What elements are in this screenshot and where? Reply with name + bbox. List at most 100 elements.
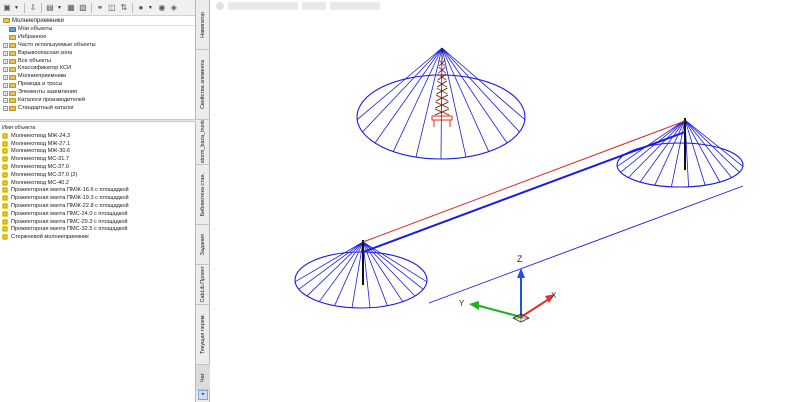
lightning-rod-icon xyxy=(2,156,8,163)
side-tab[interactable]: Свойства элемента xyxy=(196,50,210,120)
x-axis xyxy=(520,298,550,318)
folder-icon xyxy=(9,27,16,33)
list-item[interactable]: Прожекторная мачта ПМС-29.3 с площадкой xyxy=(0,218,196,226)
lightning-rod-icon xyxy=(2,179,8,186)
side-tab[interactable]: CabLib.Проект xyxy=(196,265,210,305)
side-tab[interactable]: Задания xyxy=(196,225,210,265)
list-item-label: Молниеотвод МС-37.0 (2) xyxy=(11,171,78,178)
pin-icon[interactable]: ⌖ xyxy=(198,390,208,400)
side-tab[interactable]: Библиотека стан. xyxy=(196,165,210,225)
toolbar-separator xyxy=(131,2,133,13)
toolbar-separator xyxy=(23,2,25,13)
tower-protection-zone-rib xyxy=(441,47,520,133)
object-list: Молниеотвод МЖ-24.3 Молниеотвод МЖ-27.1 Мо… xyxy=(0,132,196,241)
list-item[interactable]: Молниеотвод МС-37.0 (2) xyxy=(0,171,196,179)
z-axis-label: Z xyxy=(517,254,523,264)
side-tab[interactable]: Текущая перем. xyxy=(196,305,210,365)
tree-item[interactable]: + Взрывоопасная зона xyxy=(0,50,195,58)
folder-icon xyxy=(9,106,16,112)
list-item[interactable]: Молниеотвод МЖ-27.1 xyxy=(0,140,196,148)
side-tab[interactable]: storm_baza_trunk xyxy=(196,120,210,165)
chevron-down-icon[interactable]: ▼ xyxy=(14,5,19,11)
tree-item[interactable]: + Молниеприемники xyxy=(0,73,195,81)
folder-icon xyxy=(9,35,16,41)
side-tab-label: Навигатор xyxy=(200,11,206,38)
side-tab-label: Библиотека стан. xyxy=(200,172,206,217)
tree-item[interactable]: Мои объекты xyxy=(0,26,195,34)
expand-icon[interactable]: + xyxy=(3,59,8,64)
expand-icon[interactable]: + xyxy=(3,74,8,80)
right-protection-zone-rib xyxy=(684,119,732,178)
link-icon[interactable]: ⚭ xyxy=(95,3,105,13)
tree-item[interactable]: + Стандартный каталог xyxy=(0,105,195,113)
left-protection-zone-rib xyxy=(294,241,364,283)
list-item-label: Молниеотвод МС-31.7 xyxy=(11,156,70,163)
expand-icon[interactable]: + xyxy=(3,51,8,57)
folder-icon xyxy=(9,51,16,57)
layer-icon[interactable]: ▤ xyxy=(45,3,55,13)
color-icon[interactable]: ● xyxy=(136,3,146,13)
filter-icon[interactable]: ◫ xyxy=(107,3,117,13)
left-protection-zone-rib xyxy=(318,241,364,302)
tree-item[interactable]: + Часто используемые объекты xyxy=(0,42,195,50)
lightning-rod-icon xyxy=(2,195,8,202)
list-item[interactable]: Прожекторная мачта ПМС-32.5 с площадкой xyxy=(0,226,196,234)
tree-root[interactable]: Молниеприемники xyxy=(0,16,195,26)
folder-icon xyxy=(9,43,16,49)
panel-splitter[interactable] xyxy=(0,119,196,122)
toolbar-separator xyxy=(40,2,42,13)
right-protection-zone-rib xyxy=(684,119,721,183)
library-toolbar: ▣ ▼ ⇩ ▤ ▼ ▦ ▧ ⚭ ◫ ⇅ ● ▼ ◉ ◈ xyxy=(0,0,195,16)
list-item[interactable]: Молниеотвод МС-40.2 xyxy=(0,179,196,187)
folder-icon xyxy=(9,59,16,64)
3d-viewport[interactable]: Z Y X xyxy=(211,0,800,402)
lightning-rod-icon xyxy=(2,234,8,241)
sort-icon[interactable]: ⇅ xyxy=(119,3,129,13)
chevron-down-icon[interactable]: ▼ xyxy=(148,5,153,11)
list-item-label: Прожекторная мачта ПМС-32.5 с площадкой xyxy=(11,226,128,233)
protection-cable xyxy=(362,131,686,253)
folder-icon xyxy=(9,90,16,96)
expand-icon[interactable]: + xyxy=(3,90,8,96)
side-tab-label: Задания xyxy=(200,233,206,256)
list-item[interactable]: Молниеотвод МС-37.0 xyxy=(0,163,196,171)
tree-item[interactable]: + Элементы заземления xyxy=(0,89,195,97)
side-tab[interactable]: Навигатор xyxy=(196,0,210,50)
side-tab[interactable]: Чат xyxy=(196,365,210,390)
chevron-down-icon[interactable]: ▼ xyxy=(57,5,62,11)
object-list-header[interactable]: Имя объекта xyxy=(0,124,196,132)
expand-icon[interactable]: + xyxy=(3,82,8,88)
tree-item[interactable]: + Провода и тросы xyxy=(0,81,195,89)
grid-icon[interactable]: ▦ xyxy=(66,3,76,13)
list-item[interactable]: Прожекторная мачта ПМС-24.0 с площадкой xyxy=(0,210,196,218)
arrow-icon[interactable]: ⇩ xyxy=(28,3,38,13)
model-view[interactable]: Z Y X xyxy=(211,0,800,402)
category-tree: Мои объекты Избранное + Часто используемые … xyxy=(0,26,195,113)
folder-icon[interactable]: ▣ xyxy=(2,3,12,13)
tree-item[interactable]: + Каталоги производителей xyxy=(0,97,195,105)
list-item[interactable]: Стержневой молниеприемник xyxy=(0,233,196,241)
properties-icon[interactable]: ▧ xyxy=(78,3,88,13)
tree-item[interactable]: Избранное xyxy=(0,34,195,42)
expand-icon[interactable]: + xyxy=(3,106,8,112)
list-item-label: Молниеотвод МС-37.0 xyxy=(11,164,70,171)
list-item[interactable]: Прожекторная мачта ПМЖ-19.3 с площадкой xyxy=(0,194,196,202)
expand-icon[interactable]: + xyxy=(3,66,8,72)
expand-icon[interactable]: + xyxy=(3,43,8,49)
list-item[interactable]: Прожекторная мачта ПМЖ-16.6 с площадкой xyxy=(0,187,196,195)
expand-icon[interactable]: + xyxy=(3,98,8,104)
tree-item[interactable]: + Все объекты xyxy=(0,58,195,66)
folder-icon xyxy=(9,82,16,88)
list-item-label: Прожекторная мачта ПМЖ-16.6 с площадкой xyxy=(11,187,129,194)
help-icon[interactable]: ◈ xyxy=(169,3,179,13)
web-icon[interactable]: ◉ xyxy=(157,3,167,13)
tree-item[interactable]: + Классификатор КСИ xyxy=(0,65,195,73)
side-tab-label: storm_baza_trunk xyxy=(200,120,206,164)
list-item[interactable]: Молниеотвод МЖ-24.3 xyxy=(0,132,196,140)
list-item-label: Прожекторная мачта ПМЖ-22.8 с площадкой xyxy=(11,203,129,210)
lightning-rod-icon xyxy=(2,140,8,147)
list-item[interactable]: Прожекторная мачта ПМЖ-22.8 с площадкой xyxy=(0,202,196,210)
left-protection-zone-rib xyxy=(298,241,364,290)
list-item[interactable]: Молниеотвод МС-31.7 xyxy=(0,155,196,163)
list-item[interactable]: Молниеотвод МЖ-30.6 xyxy=(0,148,196,156)
